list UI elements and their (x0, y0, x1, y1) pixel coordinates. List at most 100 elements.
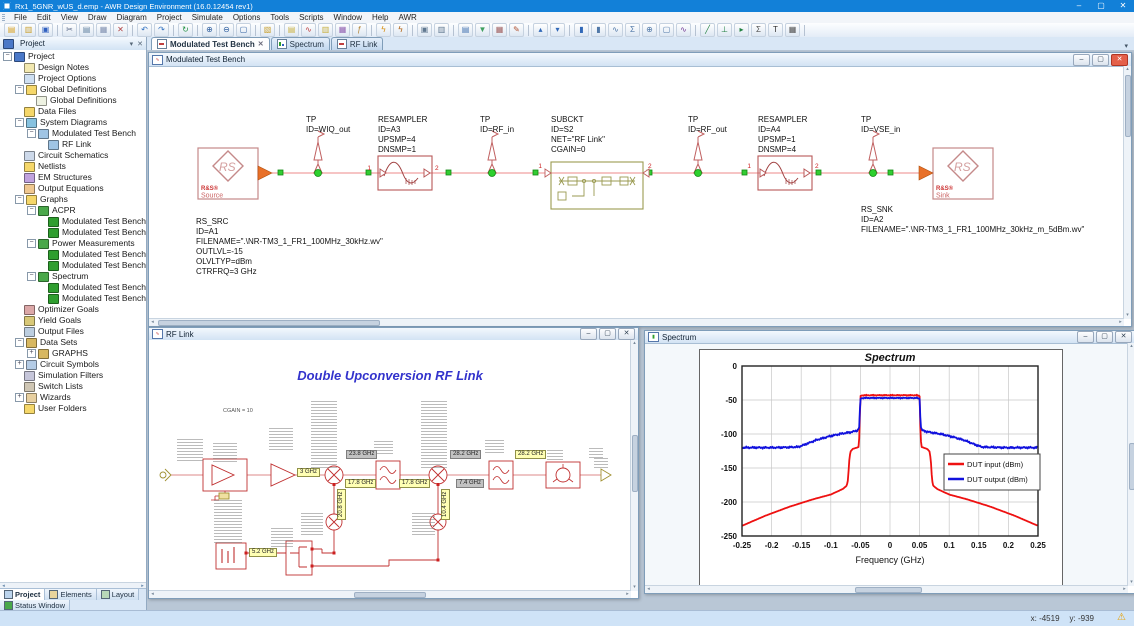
doc-tab-spectrum[interactable]: Spectrum (270, 37, 330, 50)
open-icon[interactable]: ▥ (21, 23, 36, 37)
freq-label-10p4ghz[interactable]: 10.4 GHz (441, 488, 450, 520)
freq-label-28p2ghz[interactable]: 28.2 GHz (515, 450, 547, 459)
tree-item-modulated-test-bench-db-pwr-mtr-t[interactable]: Modulated Test Bench.DB(PWR_MTR(T (0, 249, 146, 260)
tree-item-global-definitions[interactable]: Global Definitions (0, 95, 146, 106)
window-list-icon[interactable]: ▾ (1124, 42, 1128, 50)
spectrum-title-bar[interactable]: ▮ Spectrum – ▢ ✕ (645, 331, 1134, 344)
paste-icon[interactable]: ▦ (96, 23, 111, 37)
project-panel-header[interactable]: Project ▾ ✕ (0, 37, 146, 51)
menu-view[interactable]: View (56, 12, 83, 23)
doc-tab-rf-link[interactable]: RF Link (330, 37, 384, 50)
ground-tool-icon[interactable]: ⊥ (717, 23, 732, 37)
menu-draw[interactable]: Draw (83, 12, 112, 23)
close-button[interactable]: ✕ (1111, 53, 1128, 66)
collapse-icon[interactable]: − (27, 206, 36, 215)
add-output-equation-icon[interactable]: ƒ (352, 23, 367, 37)
mtb-vertical-scrollbar[interactable]: ▴ ▾ (1123, 66, 1131, 319)
test-point-rf-out[interactable] (693, 130, 706, 174)
window-split-icon[interactable]: ▥ (434, 23, 449, 37)
menu-options[interactable]: Options (228, 12, 266, 23)
expand-icon[interactable]: + (15, 360, 24, 369)
new-icon[interactable]: ▤ (4, 23, 19, 37)
add-netlist-icon[interactable]: ▥ (318, 23, 333, 37)
tree-item-yield-goals[interactable]: Yield Goals (0, 315, 146, 326)
tree-item-netlists[interactable]: Netlists (0, 161, 146, 172)
tree-item-modulated-test-bench[interactable]: − Modulated Test Bench (0, 128, 146, 139)
browser-layout-icon[interactable]: ▦ (492, 23, 507, 37)
rf-link-vertical-scrollbar[interactable]: ▴ ▾ (630, 340, 638, 591)
tree-item-project-options[interactable]: Project Options (0, 73, 146, 84)
undo-icon[interactable]: ↶ (137, 23, 152, 37)
tab-project[interactable]: Project (0, 589, 46, 600)
title-bar[interactable]: Rx1_5GNR_wUS_d.emp - AWR Design Environm… (0, 0, 1134, 12)
maximize-button[interactable]: ▢ (1092, 53, 1109, 66)
new-folder-icon[interactable]: ▧ (260, 23, 275, 37)
browser-project-icon[interactable]: ▤ (458, 23, 473, 37)
wire-tool-icon[interactable]: ╱ (700, 23, 715, 37)
meas-acpr-icon[interactable]: ▮ (574, 23, 589, 37)
tree-item-modulated-test-bench-db-pwr-spec-t[interactable]: Modulated Test Bench.DB(PWR_SPEC(T (0, 293, 146, 304)
menu-file[interactable]: File (9, 12, 32, 23)
test-point-wiq-out[interactable] (313, 130, 326, 174)
tree-item-em-structures[interactable]: EM Structures (0, 172, 146, 183)
rs-source-block[interactable]: RS R&S® Source (197, 147, 273, 200)
minimize-button[interactable]: – (1073, 53, 1090, 66)
expand-icon[interactable]: + (27, 349, 36, 358)
freq-label-28p2ghz-gray[interactable]: 28.2 GHz (450, 450, 482, 459)
tab-elements[interactable]: Elements (45, 589, 97, 600)
block-tool-icon[interactable]: ▦ (785, 23, 800, 37)
expand-icon[interactable]: + (15, 393, 24, 402)
tree-item-simulation-filters[interactable]: Simulation Filters (0, 370, 146, 381)
tune-icon[interactable]: ϟ (393, 23, 408, 37)
meas-phase-icon[interactable]: ∿ (676, 23, 691, 37)
meas-q-icon[interactable]: ▢ (659, 23, 674, 37)
refresh-icon[interactable]: ↻ (178, 23, 193, 37)
simulate-analyze-icon[interactable]: ϟ (376, 23, 391, 37)
tree-item-graphs[interactable]: + GRAPHS (0, 348, 146, 359)
freq-label-5p2ghz[interactable]: 5.2 GHz (249, 548, 278, 557)
freq-label-20p8ghz[interactable]: 20.8 GHz (337, 488, 346, 520)
tree-item-output-files[interactable]: Output Files (0, 326, 146, 337)
delete-icon[interactable]: ✕ (113, 23, 128, 37)
text-tool-icon[interactable]: T (768, 23, 783, 37)
tree-item-circuit-symbols[interactable]: + Circuit Symbols (0, 359, 146, 370)
copy-icon[interactable]: ▤ (79, 23, 94, 37)
meas-mix-icon[interactable]: ⊕ (642, 23, 657, 37)
port-tool-icon[interactable]: ▸ (734, 23, 749, 37)
freq-label-17p8ghz-a[interactable]: 17.8 GHz (345, 479, 377, 488)
tree-item-acpr[interactable]: − ACPR (0, 205, 146, 216)
collapse-icon[interactable]: − (27, 239, 36, 248)
tree-item-modulated-test-bench-db-pwr-mtr-t[interactable]: Modulated Test Bench.DB(PWR_MTR(T (0, 260, 146, 271)
minimize-button[interactable]: – (1068, 0, 1090, 12)
add-system-diagram-icon[interactable]: ∿ (301, 23, 316, 37)
collapse-icon[interactable]: − (3, 52, 12, 61)
close-button[interactable]: ✕ (1112, 0, 1134, 12)
test-point-vse-in[interactable] (868, 130, 881, 174)
minimize-button[interactable]: – (1077, 331, 1094, 343)
tree-item-spectrum[interactable]: − Spectrum (0, 271, 146, 282)
tab-layout[interactable]: Layout (96, 589, 140, 600)
move-down-icon[interactable]: ▾ (550, 23, 565, 37)
collapse-icon[interactable]: − (27, 129, 36, 138)
tree-item-switch-lists[interactable]: Switch Lists (0, 381, 146, 392)
pin-icon[interactable]: ▾ (130, 40, 134, 48)
freq-label-7p4ghz[interactable]: 7.4 GHz (456, 479, 485, 488)
tree-item-modulated-test-bench-db-acpr-tp-rf-[interactable]: Modulated Test Bench.DB(ACPR(TP.RF_ (0, 227, 146, 238)
mtb-title-bar[interactable]: ∿ Modulated Test Bench – ▢ ✕ (149, 53, 1131, 67)
maximize-button[interactable]: ▢ (1090, 0, 1112, 12)
tree-item-power-measurements[interactable]: − Power Measurements (0, 238, 146, 249)
menu-diagram[interactable]: Diagram (112, 12, 152, 23)
rs-sink-block[interactable]: RS R&S® Sink (918, 147, 994, 200)
close-tab-icon[interactable]: ✕ (258, 40, 264, 48)
tree-item-user-folders[interactable]: User Folders (0, 403, 146, 414)
close-button[interactable]: ✕ (618, 328, 635, 340)
warning-icon[interactable]: ⚠ (1117, 612, 1126, 623)
collapse-icon[interactable]: − (15, 195, 24, 204)
tree-item-design-notes[interactable]: Design Notes (0, 62, 146, 73)
tree-item-graphs[interactable]: − Graphs (0, 194, 146, 205)
annotate-icon[interactable]: ✎ (509, 23, 524, 37)
meas-sub-icon[interactable]: Σ (625, 23, 640, 37)
zoom-fit-icon[interactable]: ▢ (236, 23, 251, 37)
zoom-in-icon[interactable]: ⊕ (202, 23, 217, 37)
maximize-button[interactable]: ▢ (599, 328, 616, 340)
